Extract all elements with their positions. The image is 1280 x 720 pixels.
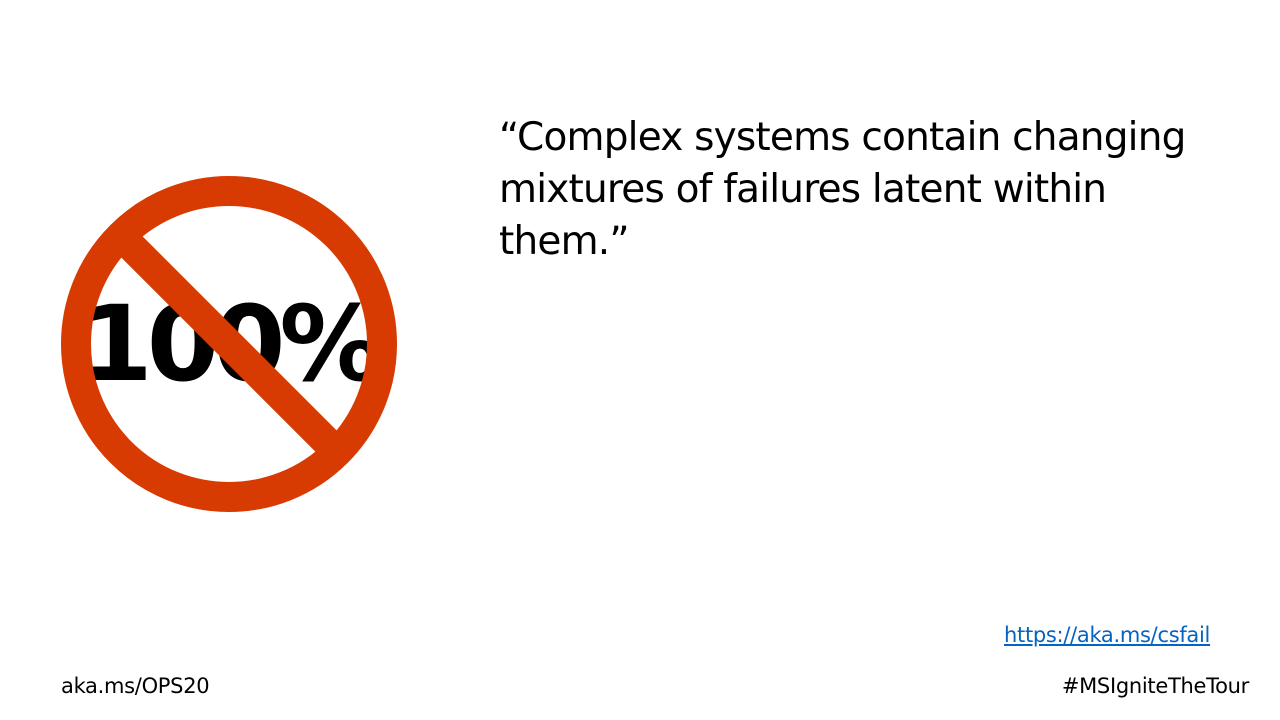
- prohibition-sign-icon: 100%: [60, 175, 398, 513]
- slide: 100% “Complex systems contain changing m…: [0, 0, 1280, 720]
- prohibition-sign-graphic: 100%: [61, 176, 397, 512]
- quote-text: “Complex systems contain changing mixtur…: [499, 115, 1186, 264]
- source-link[interactable]: https://aka.ms/csfail: [1004, 623, 1210, 647]
- footer-short-link: aka.ms/OPS20: [61, 674, 210, 698]
- footer-hashtag: #MSIgniteTheTour: [1061, 674, 1249, 698]
